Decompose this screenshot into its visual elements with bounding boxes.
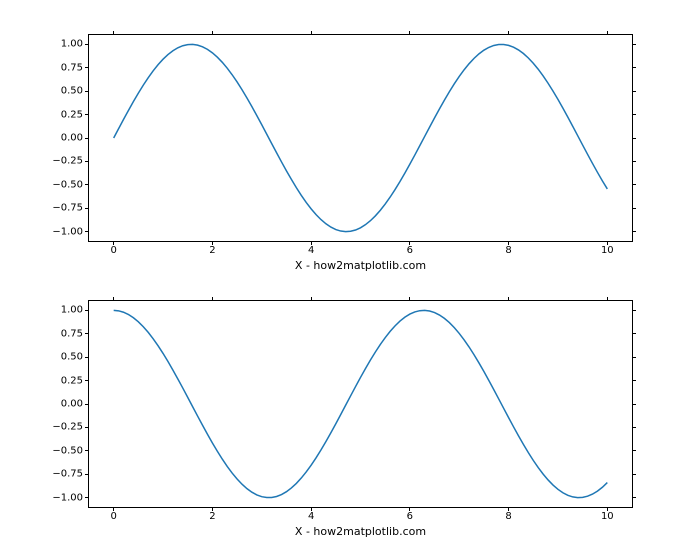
y-tick-label: 0.00 [61,399,89,410]
line-plot-cos [89,301,632,507]
y-tick-mark [632,474,636,475]
x-tick-mark [607,31,608,35]
x-tick-mark [311,297,312,301]
y-tick-mark [632,404,636,405]
y-tick-label: 0.50 [61,86,89,97]
x-tick-label: 0 [110,241,116,256]
x-tick-label: 2 [209,241,215,256]
x-tick-label: 6 [407,507,413,522]
y-tick-label: −0.50 [52,179,89,190]
x-tick-label: 2 [209,507,215,522]
y-tick-label: 0.50 [61,352,89,363]
x-tick-label: 4 [308,241,314,256]
y-tick-mark [632,138,636,139]
y-tick-mark [632,67,636,68]
y-tick-mark [632,450,636,451]
y-tick-mark [632,114,636,115]
y-tick-label: 1.00 [61,305,89,316]
y-tick-label: 0.75 [61,328,89,339]
figure: X - how2matplotlib.com −1.00 −0.75 −0.50 −0… [0,0,700,560]
x-tick-label: 10 [601,507,614,522]
y-tick-mark [632,427,636,428]
axes-top: X - how2matplotlib.com −1.00−0.75−0.50−0… [88,34,633,242]
x-tick-label: 6 [407,241,413,256]
y-tick-label: −0.75 [52,469,89,480]
y-tick-label: 0.00 [61,133,89,144]
x-tick-mark [409,31,410,35]
y-tick-label: 0.25 [61,109,89,120]
y-tick-mark [632,44,636,45]
y-tick-label: −1.00 [52,226,89,237]
x-tick-mark [212,297,213,301]
y-tick-mark [632,310,636,311]
y-tick-mark [632,333,636,334]
x-axis-label: X - how2matplotlib.com [295,259,426,272]
y-tick-label: −0.50 [52,445,89,456]
y-tick-mark [632,380,636,381]
y-tick-mark [632,161,636,162]
x-tick-mark [409,297,410,301]
y-tick-mark [632,91,636,92]
x-tick-mark [508,297,509,301]
x-tick-mark [508,31,509,35]
y-tick-mark [632,231,636,232]
y-tick-label: 1.00 [61,39,89,50]
y-tick-label: −0.25 [52,156,89,167]
y-tick-mark [632,497,636,498]
x-tick-mark [113,31,114,35]
x-axis-label: X - how2matplotlib.com [295,525,426,538]
x-tick-mark [113,297,114,301]
y-tick-mark [632,208,636,209]
x-tick-mark [607,297,608,301]
axes-bottom: X - how2matplotlib.com −1.00−0.75−0.50−0… [88,300,633,508]
x-tick-label: 4 [308,507,314,522]
y-tick-label: −1.00 [52,492,89,503]
x-tick-label: 8 [505,241,511,256]
x-tick-label: 8 [505,507,511,522]
y-tick-mark [632,184,636,185]
x-tick-label: 10 [601,241,614,256]
y-tick-label: −0.25 [52,422,89,433]
x-tick-mark [212,31,213,35]
y-tick-label: 0.75 [61,62,89,73]
x-tick-mark [311,31,312,35]
x-tick-label: 0 [110,507,116,522]
y-tick-label: 0.25 [61,375,89,386]
y-tick-label: −0.75 [52,203,89,214]
line-plot-sin [89,35,632,241]
y-tick-mark [632,357,636,358]
